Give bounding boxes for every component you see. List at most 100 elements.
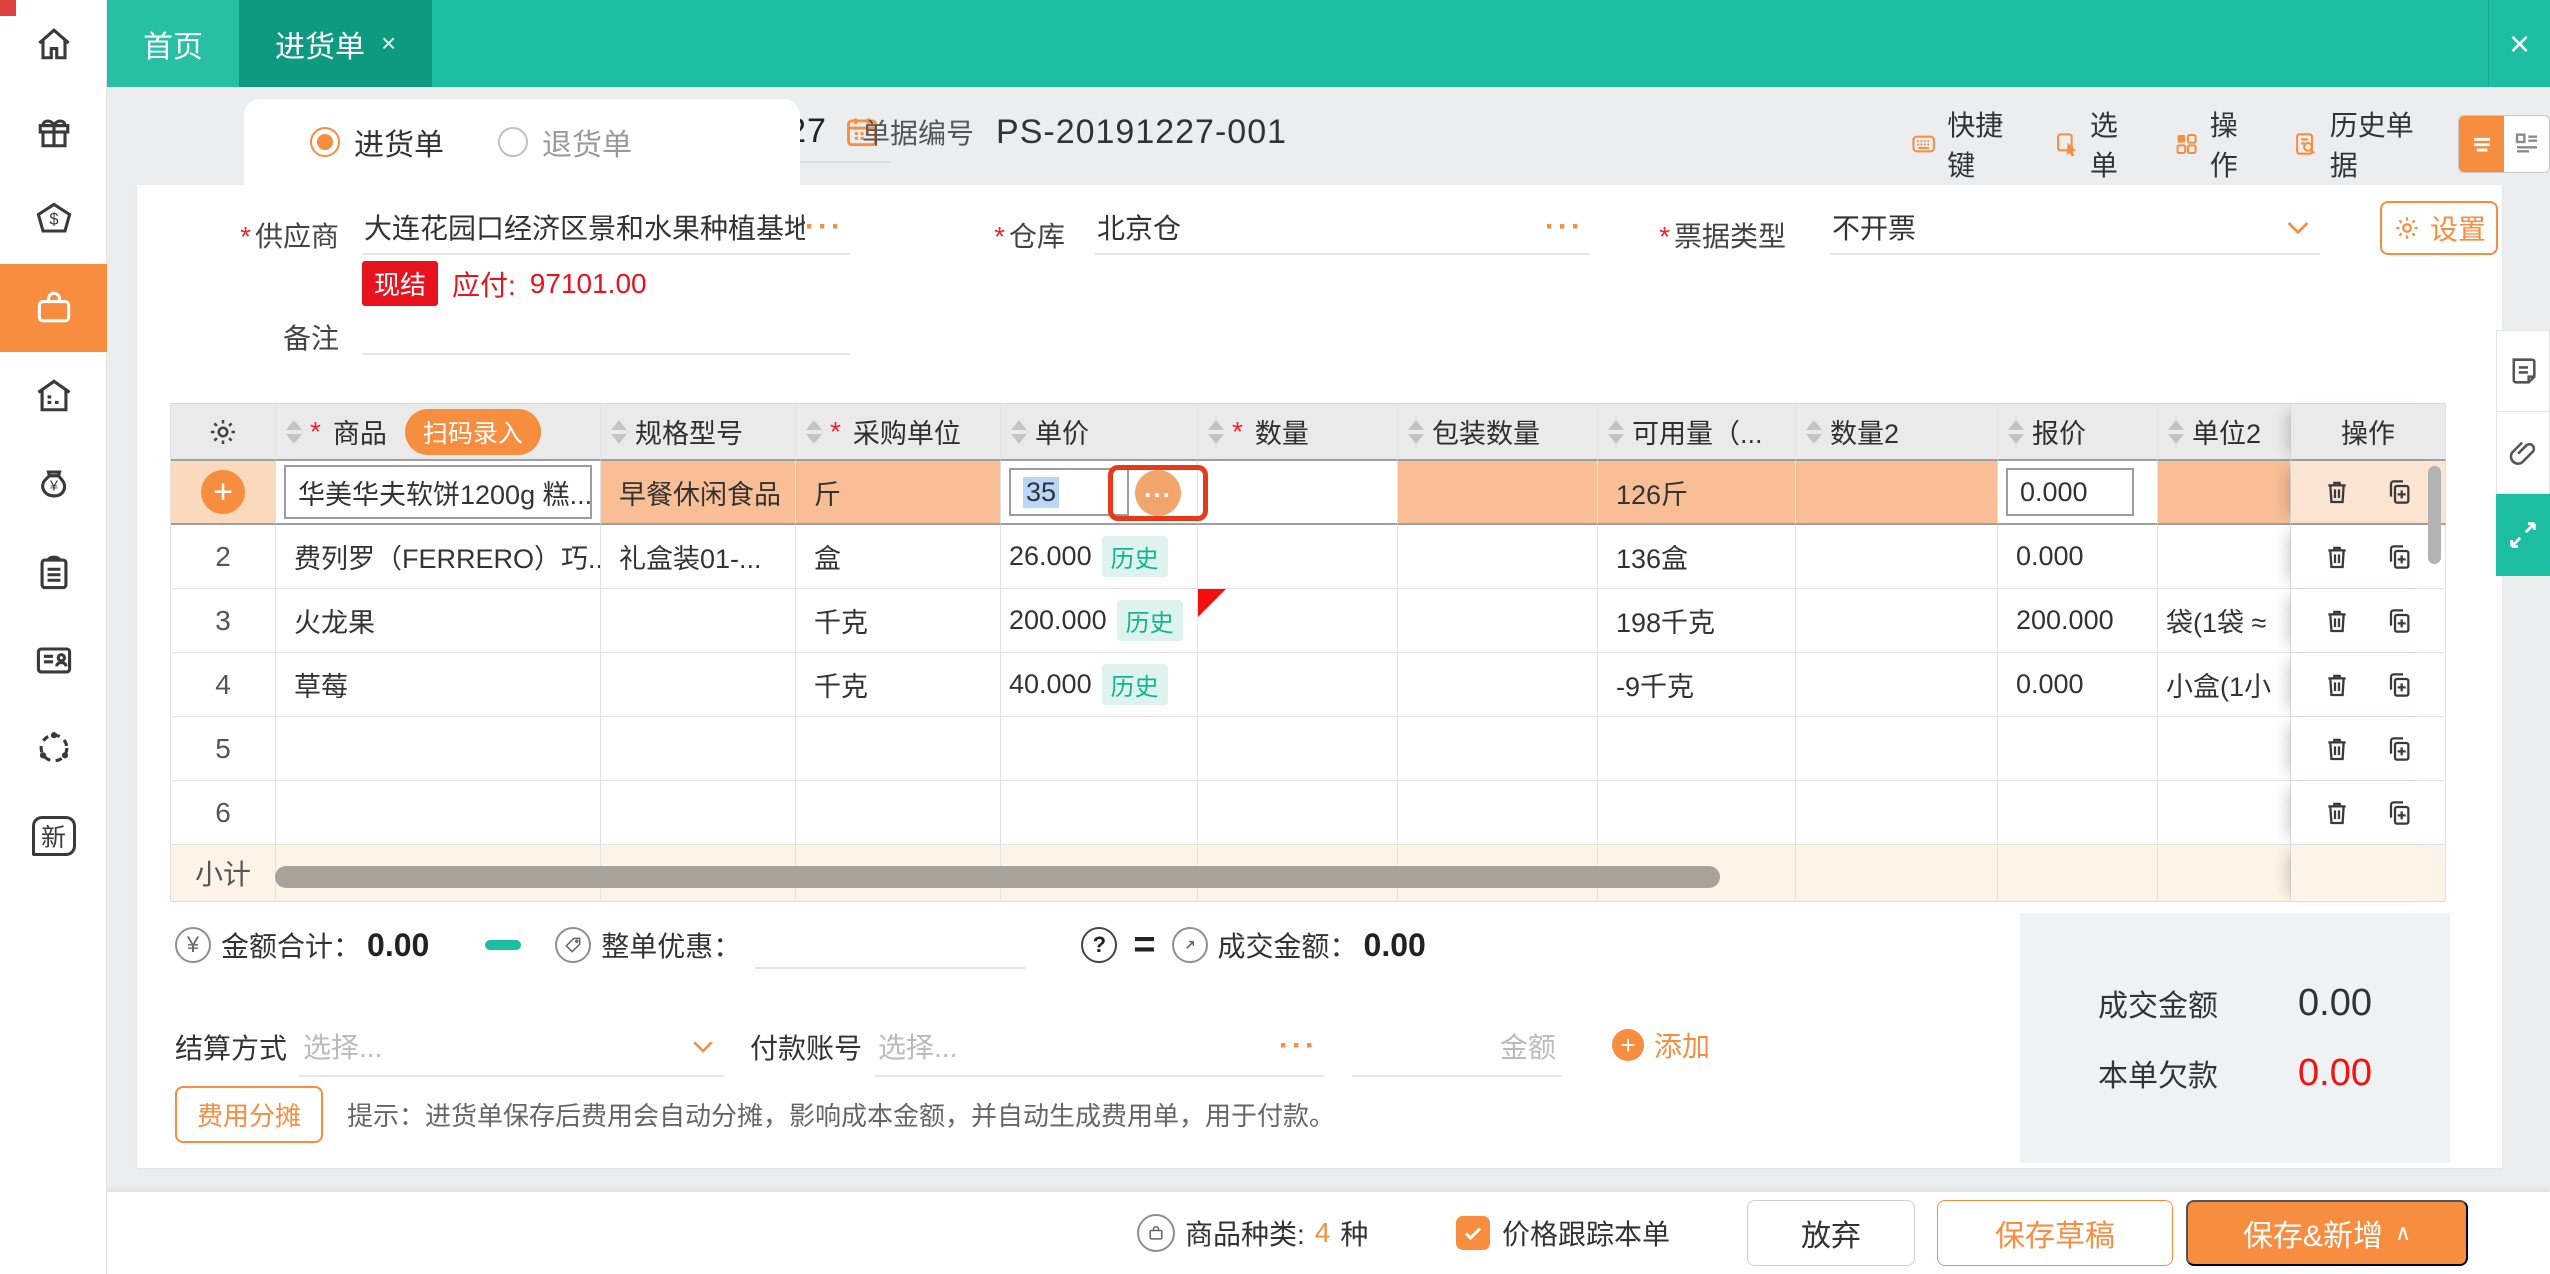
pack-qty-cell[interactable] [1398,781,1598,845]
operations-button[interactable]: 操作 [2173,104,2255,184]
qty2-cell[interactable] [1796,653,1998,717]
settings-button[interactable]: 设置 [2380,201,2498,255]
product-cell[interactable]: 草莓 [276,653,601,717]
qty2-cell[interactable] [1796,461,1998,525]
sidebar-item-purchase[interactable] [0,264,107,352]
fee-share-button[interactable]: 费用分摊 [175,1085,324,1143]
quote-cell[interactable] [1998,781,2158,845]
sidebar-item-home[interactable] [0,0,107,88]
delete-row-icon[interactable] [2321,797,2353,829]
supplier-field[interactable]: 大连花园口经济区景和水果种植基地 ··· [362,203,850,255]
qty-cell[interactable] [1198,717,1398,781]
sort-icon[interactable] [1806,419,1822,444]
copy-row-icon[interactable] [2383,797,2415,829]
invoice-type-field[interactable]: 不开票 [1830,203,2320,255]
expand-tool-button[interactable] [2496,494,2550,576]
qty2-cell[interactable] [1796,589,1998,653]
price-cell[interactable] [1001,781,1198,845]
supplier-more-icon[interactable]: ··· [805,210,844,244]
price-cell[interactable]: 26.000 历史 [1001,525,1198,589]
delete-row-icon[interactable] [2321,541,2353,573]
sidebar-item-gift[interactable] [0,88,107,176]
tab-home[interactable]: 首页 [107,0,239,87]
quote-cell[interactable]: 0.000 [1998,653,2158,717]
remark-field[interactable] [362,303,850,355]
spec-cell[interactable]: 礼盒装01-... [601,525,796,589]
delete-row-icon[interactable] [2321,605,2353,637]
discount-input[interactable] [755,921,1026,969]
copy-row-icon[interactable] [2383,669,2415,701]
settle-method-select[interactable]: 选择... [299,1021,725,1077]
pay-amount-input[interactable]: 金额 [1352,1021,1563,1077]
sidebar-item-network[interactable] [0,704,107,792]
copy-row-icon[interactable] [2383,541,2415,573]
product-cell[interactable] [276,781,601,845]
unit-cell[interactable]: 千克 [796,653,1001,717]
quote-cell[interactable] [1998,717,2158,781]
unit-cell[interactable]: 斤 [796,461,1001,525]
radio-purchase[interactable]: 进货单 [310,120,444,164]
add-row-icon[interactable]: + [201,470,245,514]
qty2-cell[interactable] [1796,781,1998,845]
sort-icon[interactable] [2168,419,2184,444]
card-view-button[interactable] [2504,116,2549,172]
scan-entry-button[interactable]: 扫码录入 [404,408,541,455]
cancel-button[interactable]: 放弃 [1747,1200,1915,1266]
delete-row-icon[interactable] [2321,476,2353,508]
pay-account-select[interactable]: 选择... ··· [874,1021,1325,1077]
spec-cell[interactable] [601,781,796,845]
history-badge[interactable]: 历史 [1101,536,1168,577]
row-add-button-cell[interactable]: + [171,461,276,525]
pack-qty-cell[interactable] [1398,525,1598,589]
pack-qty-cell[interactable] [1398,461,1598,525]
copy-row-icon[interactable] [2383,733,2415,765]
sidebar-item-finance[interactable]: ¥ [0,440,107,528]
sort-icon[interactable] [286,419,302,444]
quote-cell[interactable]: 0.000 [1998,461,2158,525]
price-more-button[interactable]: ... [1135,470,1181,516]
attachment-tool-button[interactable] [2496,412,2550,494]
column-config-icon[interactable] [206,415,240,449]
unit-cell[interactable]: 盒 [796,525,1001,589]
copy-row-icon[interactable] [2383,605,2415,637]
add-payment-button[interactable]: + 添加 [1612,1025,1710,1065]
delete-row-icon[interactable] [2321,733,2353,765]
qty-cell[interactable] [1198,461,1398,525]
copy-row-icon[interactable] [2383,476,2415,508]
shortcut-keys-button[interactable]: 快捷键 [1910,104,2015,184]
sidebar-item-new[interactable]: 新 [0,792,107,880]
price-cell[interactable] [1001,717,1198,781]
radio-return[interactable]: 退货单 [498,120,632,164]
qty2-cell[interactable] [1796,717,1998,781]
sort-icon[interactable] [1608,419,1624,444]
pick-order-button[interactable]: 选单 [2053,104,2135,184]
tab-purchase-order[interactable]: 进货单 × [239,0,433,87]
spec-cell[interactable] [601,717,796,781]
product-cell[interactable]: 华美华夫软饼1200g 糕... [276,461,601,525]
sort-icon[interactable] [1011,419,1027,444]
qty-cell[interactable] [1198,781,1398,845]
spec-cell[interactable]: 早餐休闲食品 [601,461,796,525]
spec-cell[interactable] [601,653,796,717]
sidebar-item-contacts[interactable] [0,616,107,704]
history-badge[interactable]: 历史 [1116,600,1183,641]
list-view-button[interactable] [2459,116,2505,172]
quote-input[interactable]: 0.000 [2006,468,2134,516]
help-icon[interactable]: ? [1081,927,1118,963]
price-cell[interactable]: 40.000 历史 [1001,653,1198,717]
sidebar-item-sales[interactable]: $ [0,176,107,264]
sort-icon[interactable] [1408,419,1424,444]
tab-close-icon[interactable]: × [381,28,396,59]
qty-cell[interactable] [1198,525,1398,589]
product-input[interactable]: 华美华夫软饼1200g 糕... [284,465,592,519]
chevron-down-icon[interactable] [2282,211,2314,243]
sort-icon[interactable] [806,419,822,444]
chevron-down-icon[interactable] [688,1031,718,1061]
unit-cell[interactable] [796,717,1001,781]
qty-cell[interactable] [1198,589,1398,653]
notes-tool-button[interactable] [2496,330,2550,412]
sort-icon[interactable] [611,419,627,444]
account-more-icon[interactable]: ··· [1279,1029,1318,1063]
sort-icon[interactable] [1208,419,1224,444]
delete-row-icon[interactable] [2321,669,2353,701]
